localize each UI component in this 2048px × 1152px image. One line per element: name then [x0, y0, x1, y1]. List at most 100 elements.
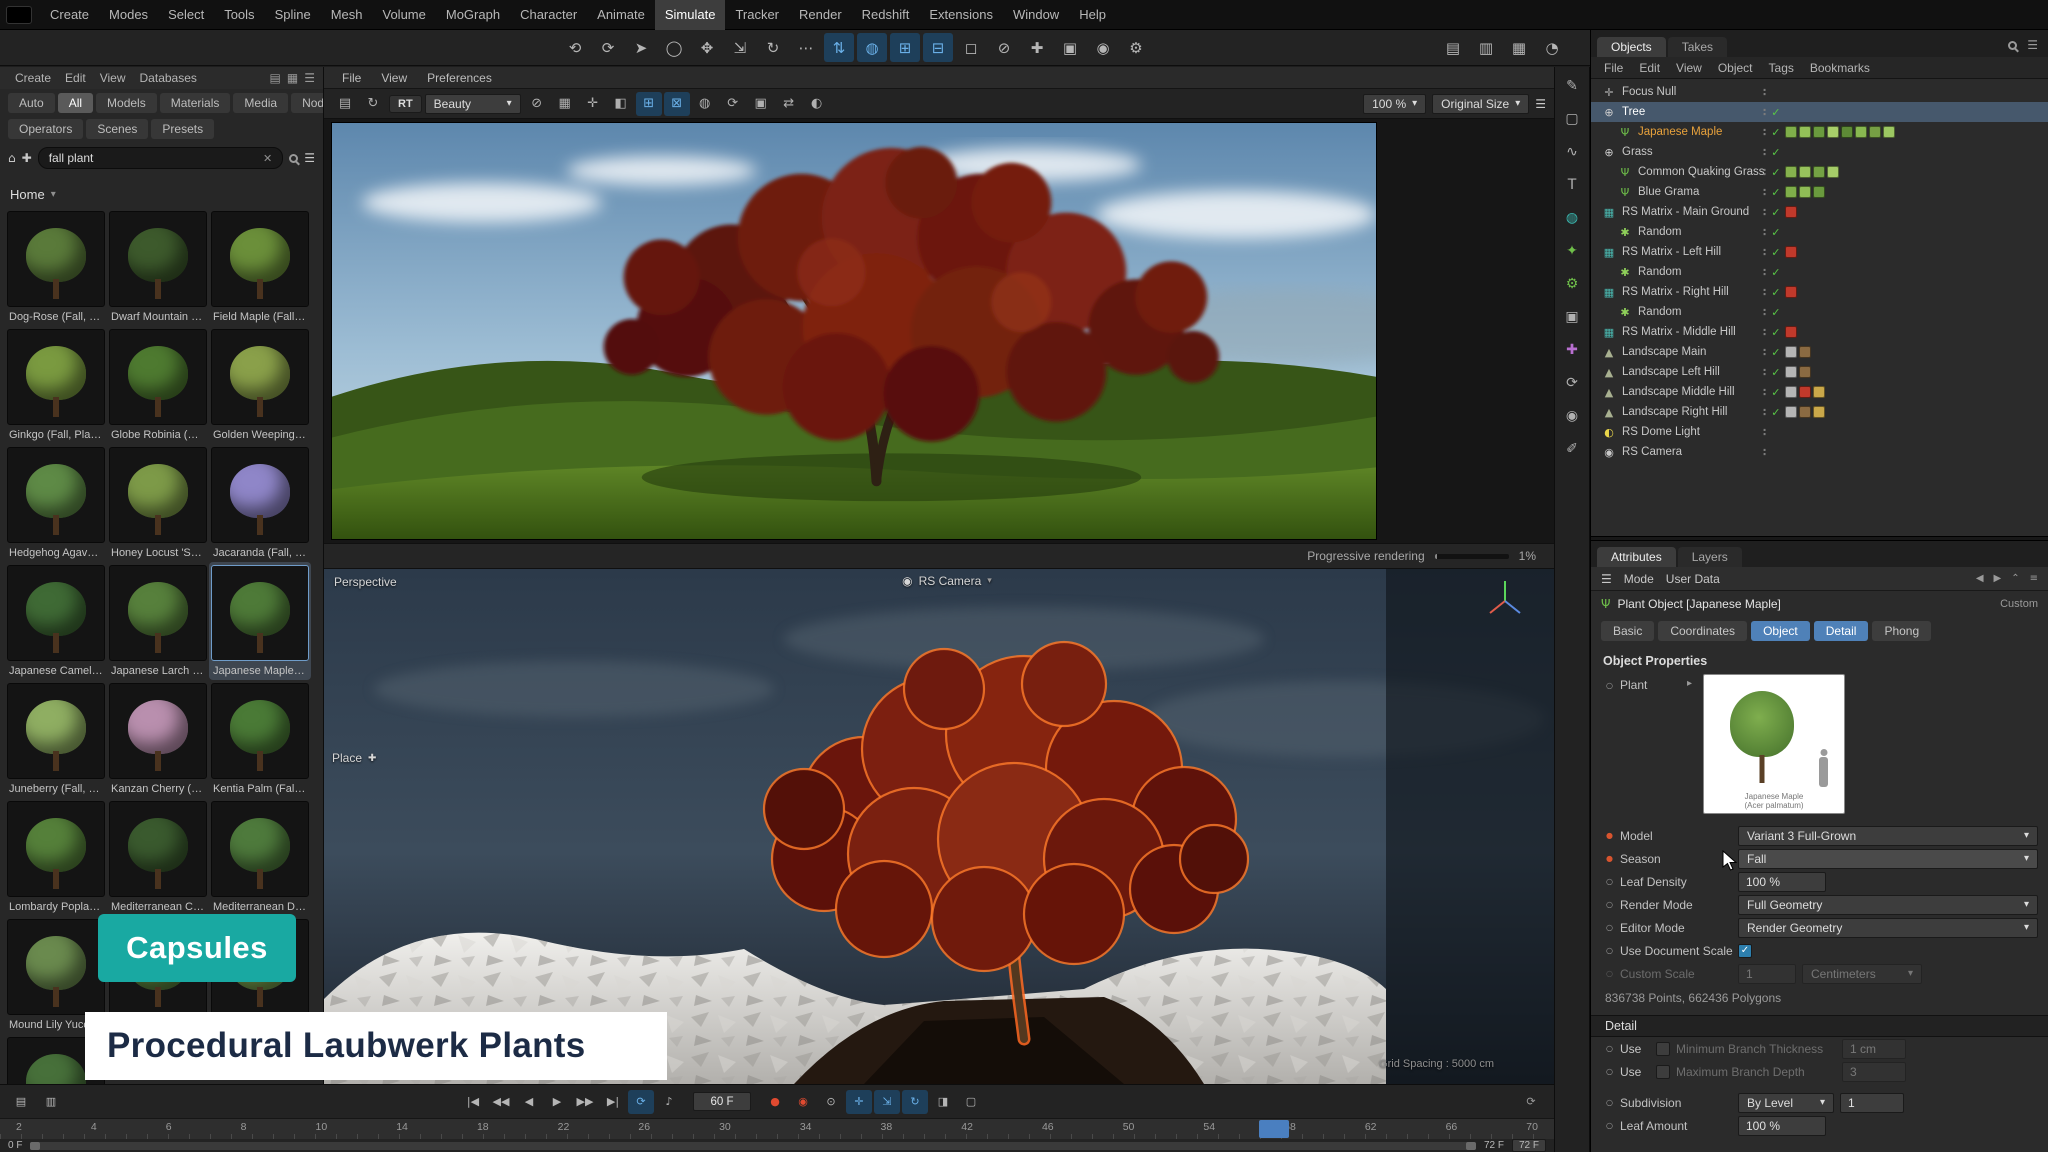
mode-label[interactable]: Mode — [1624, 572, 1654, 586]
viewer-icon[interactable]: ⊠ — [664, 92, 690, 116]
side-tool-icon[interactable]: ▣ — [1558, 304, 1586, 330]
menu-item[interactable]: Select — [158, 0, 214, 30]
visibility-dots-icon[interactable]: ∶ — [1763, 186, 1766, 199]
toolbar-icon[interactable]: ▤ — [1438, 33, 1468, 62]
current-frame-marker[interactable] — [1259, 1120, 1289, 1138]
toolbar-icon[interactable]: ✥ — [692, 33, 722, 62]
material-chips[interactable] — [1785, 406, 1825, 418]
enabled-check-icon[interactable]: ✓ — [1771, 106, 1780, 119]
object-row[interactable]: ◐ RS Dome Light ∶ ✓ — [1591, 422, 2048, 442]
enabled-check-icon[interactable]: ✓ — [1771, 166, 1780, 179]
asset-item[interactable]: Ginkgo (Fall, Plant) — [5, 326, 107, 444]
menu-item[interactable]: Tags — [1762, 61, 1801, 75]
enabled-check-icon[interactable]: ✓ — [1771, 126, 1780, 139]
range-start-label[interactable]: 0 F — [8, 1140, 22, 1151]
asset-item[interactable]: Lombardy Poplar (Fall... — [5, 798, 107, 916]
visibility-dots-icon[interactable]: ∶ — [1763, 166, 1766, 179]
model-dropdown[interactable]: Variant 3 Full-Grown ▾ — [1738, 826, 2038, 846]
max-branch-checkbox[interactable] — [1656, 1065, 1670, 1079]
asset-item[interactable]: Honey Locust 'Sunbur... — [107, 444, 209, 562]
range-end-label[interactable]: 72 F — [1484, 1140, 1504, 1151]
viewport-label[interactable]: Perspective — [334, 575, 397, 589]
enabled-check-icon[interactable]: ✓ — [1771, 146, 1780, 159]
object-row[interactable]: ✱ Random ∶ ✓ — [1591, 262, 2048, 282]
attribute-tab[interactable]: Phong — [1872, 621, 1931, 641]
leaf-density-field[interactable]: 100 % — [1738, 872, 1826, 892]
record-button[interactable]: ◉ — [790, 1090, 816, 1114]
menu-item[interactable]: Tools — [214, 0, 264, 30]
keyframe-dot-icon[interactable]: ● — [1605, 854, 1614, 863]
transport-button[interactable]: ♪ — [656, 1090, 682, 1114]
preview-range-slider[interactable] — [30, 1142, 1476, 1150]
toolbar-icon[interactable]: ◔ — [1537, 33, 1567, 62]
visibility-dots-icon[interactable]: ∶ — [1763, 126, 1766, 139]
asset-item[interactable]: Golden Weeping Willo... — [209, 326, 311, 444]
record-button[interactable]: ⊙ — [818, 1090, 844, 1114]
home-icon[interactable]: ⌂ — [8, 151, 16, 165]
enabled-check-icon[interactable]: ✓ — [1771, 406, 1780, 419]
object-row[interactable]: ▲ Landscape Left Hill ∶ ✓ — [1591, 362, 2048, 382]
toolbar-icon[interactable]: ➤ — [626, 33, 656, 62]
param-dot-icon[interactable]: ○ — [1605, 923, 1614, 932]
filter-icon[interactable]: ☰ — [2027, 38, 2038, 52]
transport-button[interactable]: ◀◀ — [488, 1090, 514, 1114]
visibility-dots-icon[interactable]: ∶ — [1763, 326, 1766, 339]
rt-button[interactable]: RT — [389, 95, 422, 113]
picture-viewer-canvas[interactable] — [324, 119, 1554, 543]
search-input[interactable]: fall plant ✕ — [38, 147, 284, 169]
visibility-dots-icon[interactable]: ∶ — [1763, 306, 1766, 319]
nav-icon[interactable]: ◀ — [1976, 573, 1984, 584]
asset-item[interactable]: Juneberry (Fall, Plant) — [5, 680, 107, 798]
menu-item[interactable]: File — [334, 71, 369, 85]
perspective-viewport[interactable]: Perspective ◉ RS Camera ▾ Place ✚ Grid S… — [324, 569, 1554, 1084]
asset-item[interactable]: Mediterranean Cypres... — [107, 798, 209, 916]
toolbar-icon[interactable]: ▥ — [1471, 33, 1501, 62]
object-row[interactable]: ▲ Landscape Middle Hill ∶ ✓ — [1591, 382, 2048, 402]
viewer-icon[interactable]: ▣ — [748, 92, 774, 116]
asset-item[interactable]: Kanzan Cherry (Fall, Pl... — [107, 680, 209, 798]
view-icon[interactable]: ▤ — [270, 71, 281, 85]
visibility-dots-icon[interactable]: ∶ — [1763, 146, 1766, 159]
enabled-check-icon[interactable]: ✓ — [1771, 386, 1780, 399]
visibility-dots-icon[interactable]: ∶ — [1763, 206, 1766, 219]
menu-item[interactable]: View — [1669, 61, 1709, 75]
transport-button[interactable]: ▶| — [600, 1090, 626, 1114]
transport-button[interactable]: |◀ — [460, 1090, 486, 1114]
enabled-check-icon[interactable]: ✓ — [1771, 366, 1780, 379]
filter-tab[interactable]: Materials — [160, 93, 231, 113]
filter-tab[interactable]: Scenes — [86, 119, 148, 139]
enabled-check-icon[interactable]: ✓ — [1771, 246, 1780, 259]
menu-item[interactable]: View — [373, 71, 415, 85]
menu-item[interactable]: Preferences — [419, 71, 500, 85]
viewer-icon[interactable]: ✛ — [580, 92, 606, 116]
menu-item[interactable]: Databases — [133, 71, 204, 85]
keyframe-dot-icon[interactable]: ● — [1605, 831, 1614, 840]
toolbar-icon[interactable]: ⚙ — [1121, 33, 1151, 62]
param-dot-icon[interactable]: ○ — [1605, 1067, 1614, 1076]
filter-tab[interactable]: Media — [233, 93, 288, 113]
visibility-dots-icon[interactable]: ∶ — [1763, 106, 1766, 119]
timeline-ruler[interactable]: 246810141822263034384246505458626670 — [0, 1118, 1554, 1139]
side-tool-icon[interactable]: ◍ — [1558, 205, 1586, 231]
visibility-dots-icon[interactable]: ∶ — [1763, 226, 1766, 239]
menu-item[interactable]: File — [1597, 61, 1630, 75]
viewer-icon[interactable]: ▦ — [552, 92, 578, 116]
material-chips[interactable] — [1785, 246, 1797, 258]
menu-item[interactable]: Character — [510, 0, 587, 30]
asset-item[interactable]: Mediterranean Dwarf ... — [209, 798, 311, 916]
param-dot-icon[interactable]: ○ — [1605, 900, 1614, 909]
detail-section-header[interactable]: Detail — [1591, 1015, 2048, 1037]
visibility-dots-icon[interactable]: ∶ — [1763, 446, 1766, 459]
custom-scale-unit-dropdown[interactable]: Centimeters ▾ — [1802, 964, 1922, 984]
viewer-icon[interactable]: ▤ — [332, 92, 358, 116]
param-dot-icon[interactable]: ○ — [1605, 946, 1614, 955]
asset-item[interactable]: Globe Robinia (Fall, Pl... — [107, 326, 209, 444]
param-dot-icon[interactable]: ○ — [1605, 1098, 1614, 1107]
material-chips[interactable] — [1785, 286, 1797, 298]
visibility-dots-icon[interactable]: ∶ — [1763, 386, 1766, 399]
toolbar-icon[interactable]: ⇅ — [824, 33, 854, 62]
toolbar-icon[interactable]: ✚ — [1022, 33, 1052, 62]
editor-mode-dropdown[interactable]: Render Geometry ▾ — [1738, 918, 2038, 938]
search-icon[interactable] — [289, 154, 298, 163]
custom-scale-field[interactable]: 1 — [1738, 964, 1796, 984]
